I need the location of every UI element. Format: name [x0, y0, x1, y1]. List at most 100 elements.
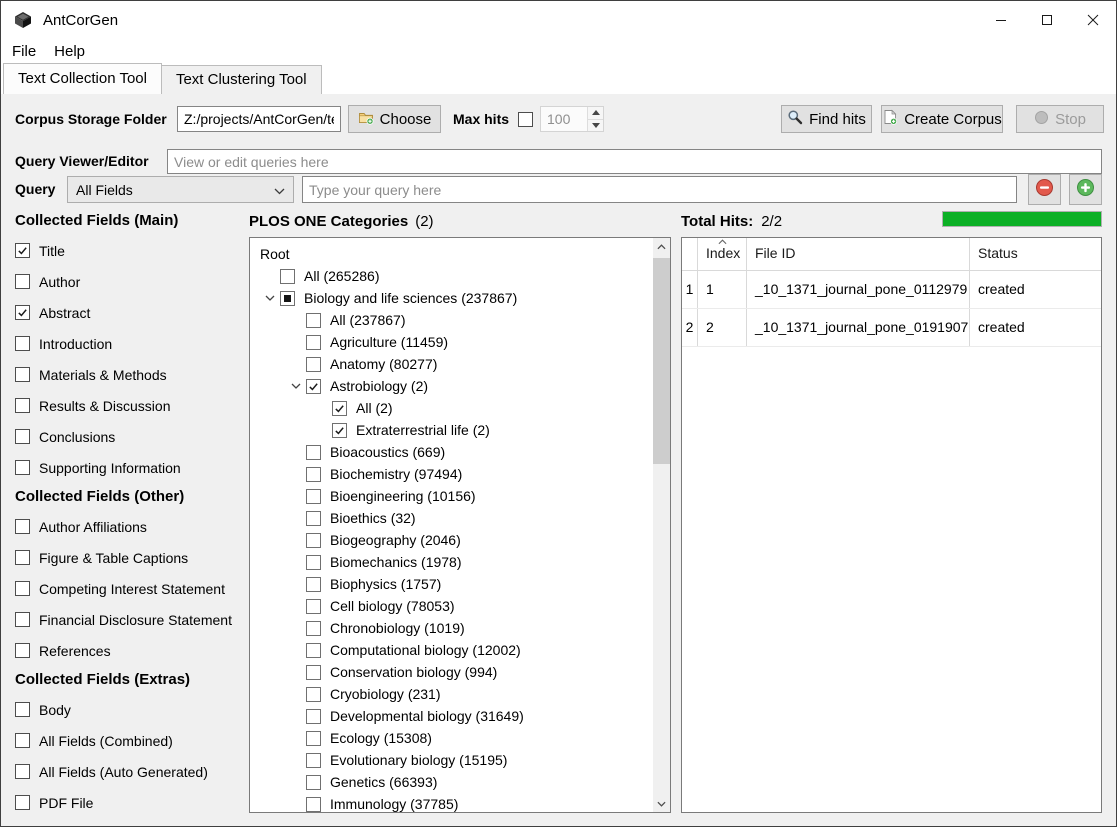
chevron-down-icon[interactable]: [286, 383, 306, 389]
chevron-down-icon[interactable]: [260, 295, 280, 301]
checkbox-unchecked[interactable]: [15, 612, 30, 627]
tree-item[interactable]: Bioethics (32): [250, 507, 653, 529]
checkbox-checked[interactable]: [306, 379, 321, 394]
tree-item[interactable]: Cryobiology (231): [250, 683, 653, 705]
tree-scrollbar[interactable]: [653, 238, 670, 812]
field-supporting-information[interactable]: Supporting Information: [15, 452, 243, 483]
field-introduction[interactable]: Introduction: [15, 328, 243, 359]
column-header-status[interactable]: Status: [970, 238, 1101, 270]
checkbox-unchecked[interactable]: [306, 313, 321, 328]
field-title[interactable]: Title: [15, 235, 243, 266]
checkbox-unchecked[interactable]: [306, 445, 321, 460]
checkbox-unchecked[interactable]: [15, 336, 30, 351]
row-header[interactable]: 2: [682, 309, 698, 346]
checkbox-unchecked[interactable]: [15, 274, 30, 289]
tree-item[interactable]: All (237867): [250, 309, 653, 331]
create-corpus-button[interactable]: Create Corpus: [881, 105, 1003, 133]
table-row[interactable]: 2 2 _10_1371_journal_pone_0191907 create…: [682, 309, 1101, 347]
checkbox-unchecked[interactable]: [306, 643, 321, 658]
checkbox-unchecked[interactable]: [306, 511, 321, 526]
tree-item[interactable]: Astrobiology (2): [250, 375, 653, 397]
checkbox-unchecked[interactable]: [306, 335, 321, 350]
tree-item[interactable]: Computational biology (12002): [250, 639, 653, 661]
spin-down-icon[interactable]: [588, 120, 603, 132]
max-hits-spinner[interactable]: [540, 106, 604, 132]
table-corner[interactable]: [682, 238, 698, 270]
stop-button[interactable]: Stop: [1016, 105, 1104, 133]
tree-item[interactable]: Cell biology (78053): [250, 595, 653, 617]
field-abstract[interactable]: Abstract: [15, 297, 243, 328]
add-query-button[interactable]: [1069, 174, 1102, 205]
row-header[interactable]: 1: [682, 271, 698, 308]
checkbox-checked[interactable]: [15, 305, 30, 320]
checkbox-unchecked[interactable]: [15, 764, 30, 779]
field-author-affiliations[interactable]: Author Affiliations: [15, 511, 243, 542]
query-field-select[interactable]: All Fields: [67, 176, 294, 203]
checkbox-unchecked[interactable]: [306, 797, 321, 812]
checkbox-unchecked[interactable]: [306, 621, 321, 636]
checkbox-checked[interactable]: [332, 401, 347, 416]
field-materials-methods[interactable]: Materials & Methods: [15, 359, 243, 390]
scrollbar-thumb[interactable]: [653, 258, 670, 464]
checkbox-checked[interactable]: [15, 243, 30, 258]
checkbox-unchecked[interactable]: [15, 550, 30, 565]
field-body[interactable]: Body: [15, 694, 243, 725]
checkbox-unchecked[interactable]: [15, 795, 30, 810]
checkbox-unchecked[interactable]: [306, 577, 321, 592]
tree-item[interactable]: Biochemistry (97494): [250, 463, 653, 485]
checkbox-unchecked[interactable]: [306, 533, 321, 548]
tree-item[interactable]: Bioacoustics (669): [250, 441, 653, 463]
checkbox-unchecked[interactable]: [306, 555, 321, 570]
field-all-fields-auto[interactable]: All Fields (Auto Generated): [15, 756, 243, 787]
checkbox-unchecked[interactable]: [15, 581, 30, 596]
scroll-up-icon[interactable]: [653, 238, 670, 255]
corpus-folder-input[interactable]: [177, 106, 341, 132]
checkbox-unchecked[interactable]: [15, 519, 30, 534]
checkbox-unchecked[interactable]: [306, 753, 321, 768]
checkbox-unchecked[interactable]: [15, 733, 30, 748]
tree-item[interactable]: All (265286): [250, 265, 653, 287]
tree-item[interactable]: Anatomy (80277): [250, 353, 653, 375]
checkbox-unchecked[interactable]: [15, 367, 30, 382]
tree-item[interactable]: Conservation biology (994): [250, 661, 653, 683]
checkbox-unchecked[interactable]: [306, 467, 321, 482]
scroll-down-icon[interactable]: [653, 795, 670, 812]
tree-item[interactable]: Extraterrestrial life (2): [250, 419, 653, 441]
tab-text-clustering-tool[interactable]: Text Clustering Tool: [161, 65, 322, 95]
tree-item[interactable]: Biomechanics (1978): [250, 551, 653, 573]
tree-item[interactable]: Chronobiology (1019): [250, 617, 653, 639]
column-header-index[interactable]: Index: [698, 238, 747, 270]
checkbox-unchecked[interactable]: [306, 775, 321, 790]
query-input[interactable]: [302, 176, 1017, 203]
checkbox-unchecked[interactable]: [306, 709, 321, 724]
field-competing-interest[interactable]: Competing Interest Statement: [15, 573, 243, 604]
tree-item[interactable]: Bioengineering (10156): [250, 485, 653, 507]
tree-item[interactable]: Ecology (15308): [250, 727, 653, 749]
checkbox-checked[interactable]: [332, 423, 347, 438]
field-results-discussion[interactable]: Results & Discussion: [15, 390, 243, 421]
find-hits-button[interactable]: Find hits: [781, 105, 872, 133]
tree-item[interactable]: Developmental biology (31649): [250, 705, 653, 727]
choose-folder-button[interactable]: Choose: [348, 105, 441, 133]
max-hits-checkbox[interactable]: [518, 112, 533, 127]
spin-up-icon[interactable]: [588, 107, 603, 120]
menu-help[interactable]: Help: [45, 41, 94, 62]
tree-item[interactable]: Biology and life sciences (237867): [250, 287, 653, 309]
checkbox-unchecked[interactable]: [15, 643, 30, 658]
field-conclusions[interactable]: Conclusions: [15, 421, 243, 452]
tree-item[interactable]: Evolutionary biology (15195): [250, 749, 653, 771]
tab-text-collection-tool[interactable]: Text Collection Tool: [3, 63, 162, 95]
tree-item[interactable]: Genetics (66393): [250, 771, 653, 793]
checkbox-unchecked[interactable]: [306, 489, 321, 504]
query-viewer-input[interactable]: [167, 149, 1102, 174]
field-figure-table-captions[interactable]: Figure & Table Captions: [15, 542, 243, 573]
checkbox-unchecked[interactable]: [15, 398, 30, 413]
tree-item[interactable]: Immunology (37785): [250, 793, 653, 813]
field-all-fields-combined[interactable]: All Fields (Combined): [15, 725, 243, 756]
checkbox-unchecked[interactable]: [306, 599, 321, 614]
checkbox-unchecked[interactable]: [15, 702, 30, 717]
tree-item[interactable]: Agriculture (11459): [250, 331, 653, 353]
close-button[interactable]: [1070, 1, 1116, 39]
field-author[interactable]: Author: [15, 266, 243, 297]
tree-item[interactable]: Biogeography (2046): [250, 529, 653, 551]
